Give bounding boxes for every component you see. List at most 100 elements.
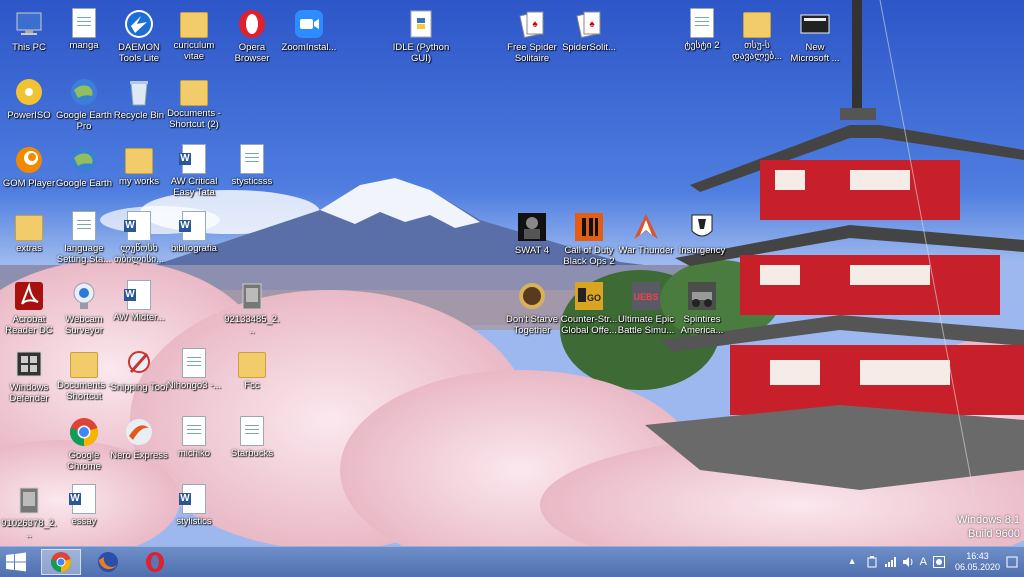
desktop-icon-label: Insurgency: [678, 245, 726, 256]
desktop-icon-label: AW Critical Easy Tata: [170, 176, 218, 198]
taskbar-opera[interactable]: [135, 549, 175, 575]
desktop-icon-label: Starbucks: [230, 448, 274, 459]
system-clock[interactable]: 16:43 06.05.2020: [955, 551, 1000, 573]
desktop-icon-manga[interactable]: manga: [55, 4, 113, 66]
desktop-icon-label: Documents - Shortcut (2): [167, 108, 221, 130]
desktop-icon-dontstarve[interactable]: Don't Starve Together: [503, 276, 561, 338]
desktop-icon-stylistics[interactable]: stylistics: [165, 480, 223, 542]
earth-icon: [68, 144, 100, 176]
desktop-icon-idle[interactable]: IDLE (Python GUI): [392, 4, 450, 66]
word-document-icon: [124, 280, 151, 310]
chrome-icon: [51, 552, 71, 572]
desktop-icon-biblio[interactable]: bibliografia: [165, 207, 223, 269]
desktop-icon-spider-free[interactable]: ♠ Free Spider Solitaire: [503, 4, 561, 66]
desktop-icon-cod[interactable]: Call of Duty Black Ops 2: [560, 207, 618, 269]
network-icon[interactable]: [884, 556, 896, 568]
desktop-icon-cv[interactable]: curiculum vitae: [165, 4, 223, 66]
desktop-icon-extras[interactable]: extras: [0, 207, 58, 269]
desktop-icon-geo-folder[interactable]: თსუ-ს დავალებ...: [728, 4, 786, 66]
desktop-icon-gearth[interactable]: Google Earth: [55, 140, 113, 202]
desktop-icon-stysticsss[interactable]: stysticsss: [223, 140, 281, 202]
word-document-icon: [179, 144, 206, 174]
power-icon[interactable]: [866, 556, 878, 568]
desktop-icon-zoom[interactable]: ZoomInstal...: [280, 4, 338, 66]
desktop-icon-label: IDLE (Python GUI): [392, 42, 450, 64]
svg-text:GO: GO: [587, 293, 601, 303]
desktop-icon-recycle[interactable]: Recycle Bin: [110, 72, 168, 134]
desktop-icon-label: Call of Duty Black Ops 2: [563, 245, 615, 267]
desktop-icon-label: my works: [118, 176, 160, 187]
word-document-icon: [124, 211, 151, 241]
desktop-icon-csgo[interactable]: GO Counter-Str... Global Offe...: [560, 276, 618, 338]
word-document-icon: [179, 211, 206, 241]
desktop-icon-fcc[interactable]: Fcc: [223, 344, 281, 406]
desktop-icon-language[interactable]: language Setting.Sta...: [55, 207, 113, 269]
desktop-icon-michiko[interactable]: michiko: [165, 412, 223, 474]
desktop-icon-defender[interactable]: Windows Defender: [0, 344, 58, 406]
python-icon: [405, 8, 437, 40]
cards-icon: ♠: [573, 8, 605, 40]
desktop-icon-insurgency[interactable]: Insurgency: [673, 207, 731, 269]
desktop-icon-label: stylistics: [176, 516, 212, 527]
desktop-icon-chrome[interactable]: Google Chrome: [55, 412, 113, 474]
desktop-icon-swat4[interactable]: SWAT 4: [503, 207, 561, 269]
desktop-icon-acrobat[interactable]: Acrobat Reader DC: [0, 276, 58, 338]
desktop-icon-spider-sol[interactable]: ♠ SpiderSolit...: [560, 4, 618, 66]
desktop-icon-gom[interactable]: GOM Player: [0, 140, 58, 202]
desktop-icon-starbucks[interactable]: Starbucks: [223, 412, 281, 474]
desktop-icon-docs-shortcut[interactable]: Documents - Shortcut: [55, 344, 113, 406]
taskbar-chrome[interactable]: [41, 549, 81, 575]
desktop-icon-label: Google Earth: [56, 178, 112, 189]
desktop-icon-daemon[interactable]: DAEMON Tools Lite: [110, 4, 168, 66]
clock-date: 06.05.2020: [954, 562, 1000, 572]
desktop-icon-webcam[interactable]: Webcam Surveyor: [55, 276, 113, 338]
desktop-icon-label: Counter-Str... Global Offe...: [560, 314, 618, 336]
desktop-icon-file9213[interactable]: 92133485_2...: [223, 276, 281, 338]
input-language-indicator[interactable]: A: [920, 556, 927, 568]
taskbar: ▲ A 16:43 06.05.2020: [0, 546, 1024, 577]
desktop-icon-label: stysticsss: [231, 176, 273, 187]
desktop-icon-label: GOM Player: [2, 178, 56, 189]
volume-icon[interactable]: [902, 556, 914, 568]
desktop-icon-label: Documents - Shortcut: [57, 380, 111, 402]
desktop-icon-file9102[interactable]: 91026378_2...: [0, 480, 58, 542]
desktop-icon-aw-midterm[interactable]: AW Midter...: [110, 276, 168, 338]
desktop-icon-this-pc[interactable]: This PC: [0, 4, 58, 66]
desktop-icon-geo-word[interactable]: ლუწოსხ თბილისი...: [110, 207, 168, 269]
desktop-icon-label: New Microsoft ...: [790, 42, 840, 64]
desktop-icon-nihongo[interactable]: Nihongo3 -...: [165, 344, 223, 406]
desktop-icon-poweriso[interactable]: PowerISO: [0, 72, 58, 134]
desktop-icon-essay[interactable]: essay: [55, 480, 113, 542]
cod-icon: [573, 211, 605, 243]
desktop-icon-label: Ultimate Epic Battle Simu...: [617, 314, 675, 336]
desktop-icon-label: Google Earth Pro: [56, 110, 112, 132]
desktop-icon-docs-shortcut2[interactable]: Documents - Shortcut (2): [165, 72, 223, 134]
desktop-icon-label: Acrobat Reader DC: [5, 314, 53, 336]
desktop-icon-label: Windows Defender: [9, 382, 49, 404]
dontstarve-icon: [516, 280, 548, 312]
spintires-icon: [686, 280, 718, 312]
desktop-icon-opera[interactable]: Opera Browser: [223, 4, 281, 66]
word-document-icon: [179, 484, 206, 514]
desktop-icon-aw-critical[interactable]: AW Critical Easy Tata: [165, 140, 223, 202]
taskbar-firefox[interactable]: [88, 549, 128, 575]
recycle-icon: [123, 76, 155, 108]
desktop-icon-uebs[interactable]: UEBS Ultimate Epic Battle Simu...: [617, 276, 675, 338]
gom-icon: [13, 144, 45, 176]
desktop-icon-warthunder[interactable]: War Thunder: [617, 207, 675, 269]
desktop-icon-myworks[interactable]: my works: [110, 140, 168, 202]
desktop-icon-gearth-pro[interactable]: Google Earth Pro: [55, 72, 113, 134]
desktop-icon-label: Spintires America...: [680, 314, 724, 336]
show-hidden-icons-chevron-icon[interactable]: ▲: [848, 556, 860, 568]
nero-icon: [123, 416, 155, 448]
notifications-icon[interactable]: [1006, 556, 1018, 568]
desktop-icon-geo-doc[interactable]: ტესტი 2: [673, 4, 731, 66]
desktop-icon-label: War Thunder: [618, 245, 674, 256]
keyboard-layout-icon[interactable]: [932, 556, 945, 568]
desktop-icon-new-ms[interactable]: New Microsoft ...: [786, 4, 844, 66]
start-button[interactable]: [6, 552, 26, 572]
desktop-icon-nero[interactable]: Nero Express: [110, 412, 168, 474]
desktop-icon-spintires[interactable]: Spintires America...: [673, 276, 731, 338]
desktop-icon-snipping[interactable]: Snipping Tool: [110, 344, 168, 406]
desktop-icon-label: ტესტი 2: [684, 40, 720, 51]
